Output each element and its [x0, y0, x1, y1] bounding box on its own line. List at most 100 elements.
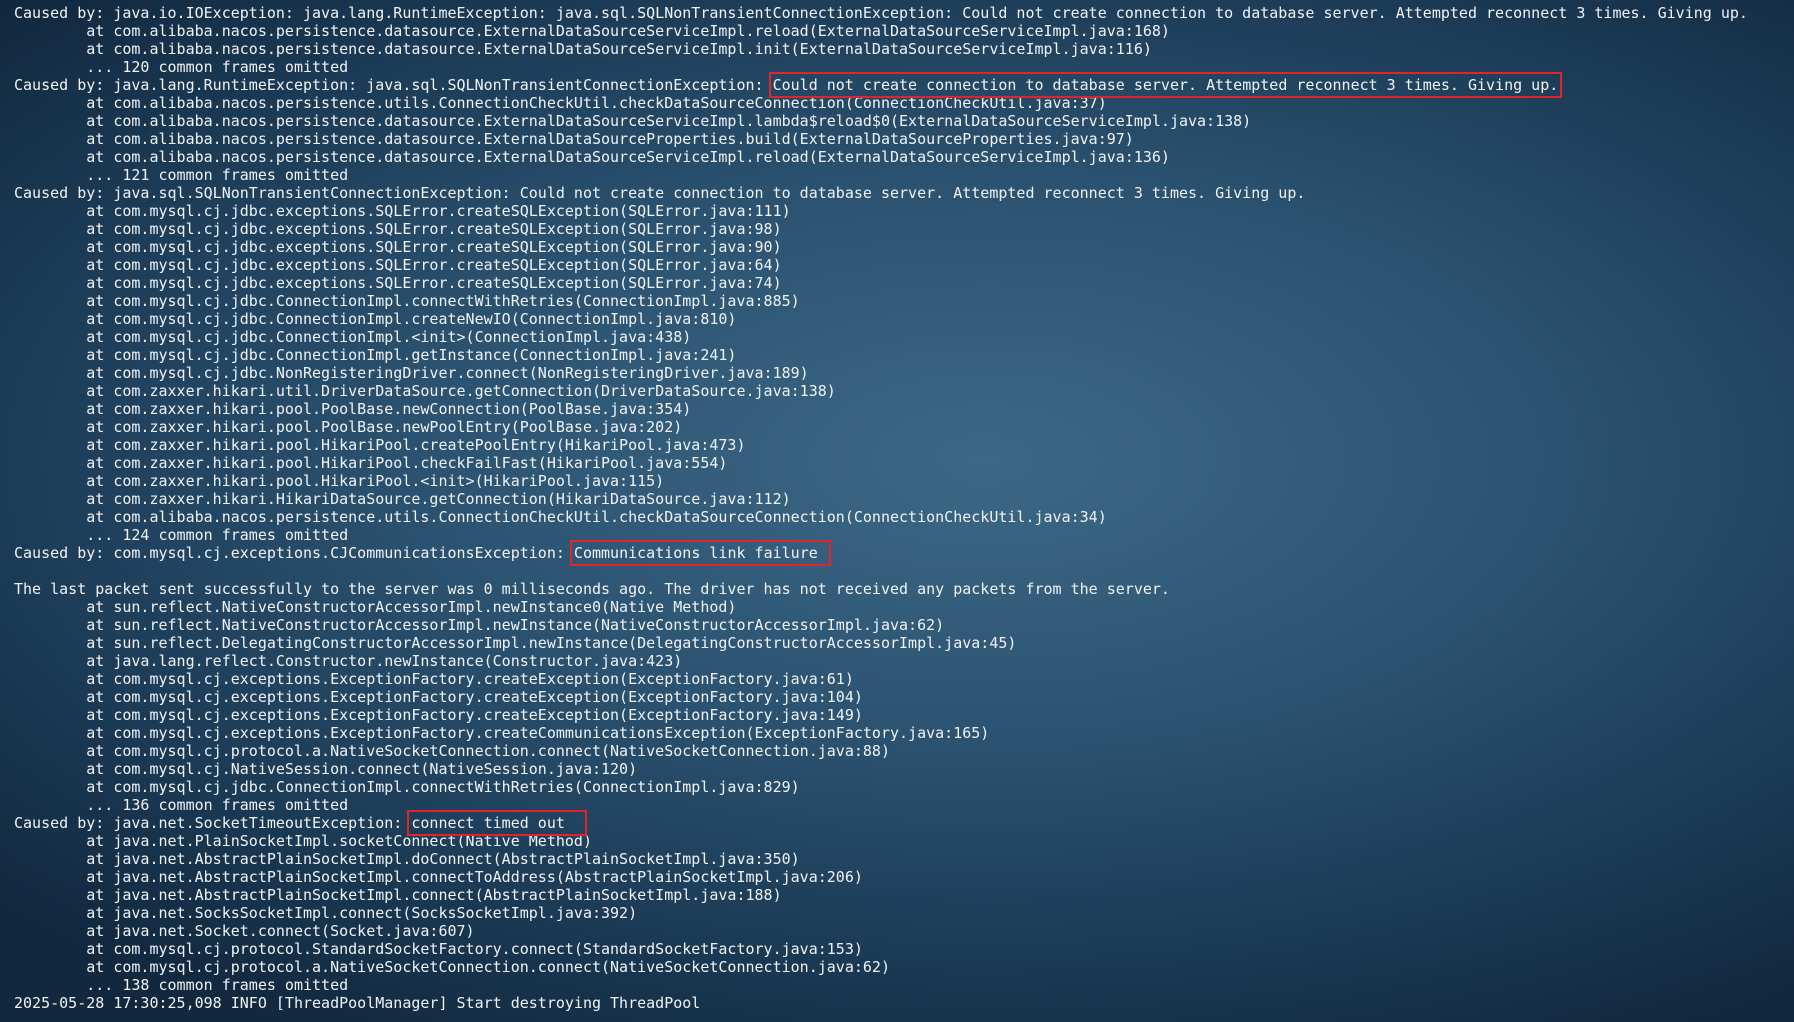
terminal-line: at com.mysql.cj.exceptions.ExceptionFact… [14, 706, 1794, 724]
log-text: ... 124 common frames omitted [14, 526, 349, 544]
log-text: at com.mysql.cj.jdbc.NonRegisteringDrive… [14, 364, 809, 382]
log-text: at com.alibaba.nacos.persistence.datasou… [14, 130, 1134, 148]
terminal-line: at java.net.AbstractPlainSocketImpl.conn… [14, 886, 1794, 904]
terminal-line: Caused by: java.lang.RuntimeException: j… [14, 72, 1794, 98]
terminal-line: at com.mysql.cj.protocol.a.NativeSocketC… [14, 742, 1794, 760]
terminal-line: at com.mysql.cj.jdbc.exceptions.SQLError… [14, 202, 1794, 220]
terminal-line: Caused by: java.io.IOException: java.lan… [14, 4, 1794, 22]
highlighted-error-message: Communications link failure [569, 540, 831, 566]
log-text: 2025-05-28 17:30:25,098 INFO [ThreadPool… [14, 994, 701, 1012]
terminal-line: Caused by: java.sql.SQLNonTransientConne… [14, 184, 1794, 202]
terminal-line: at java.net.SocksSocketImpl.connect(Sock… [14, 904, 1794, 922]
log-text: ... 121 common frames omitted [14, 166, 349, 184]
terminal-line: at com.mysql.cj.jdbc.ConnectionImpl.conn… [14, 292, 1794, 310]
log-text: at com.mysql.cj.jdbc.exceptions.SQLError… [14, 238, 782, 256]
highlighted-error-message: Could not create connection to database … [768, 72, 1563, 98]
terminal-line: Caused by: com.mysql.cj.exceptions.CJCom… [14, 540, 1794, 566]
log-text: at sun.reflect.NativeConstructorAccessor… [14, 598, 737, 616]
log-text: at com.mysql.cj.exceptions.ExceptionFact… [14, 688, 863, 706]
log-text: at com.zaxxer.hikari.pool.HikariPool.<in… [14, 472, 665, 490]
log-text: at com.zaxxer.hikari.pool.PoolBase.newCo… [14, 400, 692, 418]
log-text: at com.mysql.cj.jdbc.exceptions.SQLError… [14, 202, 791, 220]
terminal-line: ... 124 common frames omitted [14, 526, 1794, 544]
terminal-line: at com.mysql.cj.NativeSession.connect(Na… [14, 760, 1794, 778]
terminal-line: at com.mysql.cj.jdbc.ConnectionImpl.crea… [14, 310, 1794, 328]
terminal-line: at com.mysql.cj.exceptions.ExceptionFact… [14, 688, 1794, 706]
terminal-line: at com.mysql.cj.jdbc.exceptions.SQLError… [14, 238, 1794, 256]
terminal-line: at com.mysql.cj.jdbc.ConnectionImpl.<ini… [14, 328, 1794, 346]
log-text: at com.zaxxer.hikari.util.DriverDataSour… [14, 382, 836, 400]
log-text: at java.net.AbstractPlainSocketImpl.conn… [14, 868, 863, 886]
log-text: ... 138 common frames omitted [14, 976, 349, 994]
terminal-line: at com.zaxxer.hikari.pool.HikariPool.che… [14, 454, 1794, 472]
log-text: at java.net.PlainSocketImpl.socketConnec… [14, 832, 592, 850]
log-text: at com.zaxxer.hikari.pool.HikariPool.cre… [14, 436, 746, 454]
log-text: Caused by: java.io.IOException: java.lan… [14, 4, 1748, 22]
log-text: ... 136 common frames omitted [14, 796, 349, 814]
terminal-line: ... 136 common frames omitted [14, 796, 1794, 814]
log-text: at com.mysql.cj.protocol.StandardSocketF… [14, 940, 863, 958]
terminal-line: at com.mysql.cj.jdbc.ConnectionImpl.conn… [14, 778, 1794, 796]
terminal-line: ... 138 common frames omitted [14, 976, 1794, 994]
log-text: at com.mysql.cj.exceptions.ExceptionFact… [14, 670, 854, 688]
terminal-line: at com.alibaba.nacos.persistence.datasou… [14, 148, 1794, 166]
terminal-line: at com.alibaba.nacos.persistence.datasou… [14, 22, 1794, 40]
log-text: at com.mysql.cj.protocol.a.NativeSocketC… [14, 742, 890, 760]
log-text: at com.alibaba.nacos.persistence.utils.C… [14, 94, 1107, 112]
log-text: at java.net.AbstractPlainSocketImpl.doCo… [14, 850, 800, 868]
log-text: at java.net.AbstractPlainSocketImpl.conn… [14, 886, 782, 904]
log-text: at com.zaxxer.hikari.pool.PoolBase.newPo… [14, 418, 683, 436]
terminal-line: at com.mysql.cj.jdbc.exceptions.SQLError… [14, 274, 1794, 292]
terminal-line: ... 121 common frames omitted [14, 166, 1794, 184]
terminal-line: at com.zaxxer.hikari.pool.HikariPool.<in… [14, 472, 1794, 490]
log-text: at sun.reflect.DelegatingConstructorAcce… [14, 634, 1017, 652]
terminal-line: at com.alibaba.nacos.persistence.datasou… [14, 112, 1794, 130]
log-text: at com.mysql.cj.exceptions.ExceptionFact… [14, 706, 863, 724]
terminal-line: at com.zaxxer.hikari.util.DriverDataSour… [14, 382, 1794, 400]
terminal-line: at sun.reflect.NativeConstructorAccessor… [14, 598, 1794, 616]
log-text: at com.mysql.cj.jdbc.ConnectionImpl.crea… [14, 310, 737, 328]
log-text: Caused by: java.sql.SQLNonTransientConne… [14, 184, 1306, 202]
log-text: Caused by: com.mysql.cj.exceptions.CJCom… [14, 544, 574, 562]
terminal-line: Caused by: java.net.SocketTimeoutExcepti… [14, 810, 1794, 836]
terminal-line: at com.zaxxer.hikari.HikariDataSource.ge… [14, 490, 1794, 508]
terminal-line: at com.zaxxer.hikari.pool.PoolBase.newPo… [14, 418, 1794, 436]
terminal-line: at com.mysql.cj.exceptions.ExceptionFact… [14, 724, 1794, 742]
terminal-line: at com.alibaba.nacos.persistence.utils.C… [14, 508, 1794, 526]
log-text: at java.net.Socket.connect(Socket.java:6… [14, 922, 475, 940]
terminal-line: at sun.reflect.DelegatingConstructorAcce… [14, 634, 1794, 652]
log-text: at com.mysql.cj.jdbc.ConnectionImpl.conn… [14, 778, 800, 796]
log-text: at com.mysql.cj.jdbc.exceptions.SQLError… [14, 256, 782, 274]
terminal-line: at com.mysql.cj.jdbc.exceptions.SQLError… [14, 256, 1794, 274]
terminal-line: 2025-05-28 17:30:25,098 INFO [ThreadPool… [14, 994, 1794, 1012]
terminal-line: at com.alibaba.nacos.persistence.utils.C… [14, 94, 1794, 112]
highlighted-error-message: connect timed out [407, 810, 587, 836]
terminal-line: at com.alibaba.nacos.persistence.datasou… [14, 130, 1794, 148]
terminal-line: at java.net.AbstractPlainSocketImpl.doCo… [14, 850, 1794, 868]
terminal-line: at com.zaxxer.hikari.pool.HikariPool.cre… [14, 436, 1794, 454]
terminal-line: at java.net.AbstractPlainSocketImpl.conn… [14, 868, 1794, 886]
terminal-line: at com.mysql.cj.jdbc.ConnectionImpl.getI… [14, 346, 1794, 364]
log-text: at com.alibaba.nacos.persistence.utils.C… [14, 508, 1107, 526]
terminal-line: at com.mysql.cj.protocol.StandardSocketF… [14, 940, 1794, 958]
terminal-line: at java.lang.reflect.Constructor.newInst… [14, 652, 1794, 670]
log-text: Caused by: java.lang.RuntimeException: j… [14, 76, 773, 94]
log-text: The last packet sent successfully to the… [14, 580, 1170, 598]
log-text: at sun.reflect.NativeConstructorAccessor… [14, 616, 945, 634]
log-text: ... 120 common frames omitted [14, 58, 349, 76]
log-text: at com.mysql.cj.jdbc.ConnectionImpl.getI… [14, 346, 737, 364]
terminal-line: at java.net.Socket.connect(Socket.java:6… [14, 922, 1794, 940]
log-text: at java.net.SocksSocketImpl.connect(Sock… [14, 904, 638, 922]
log-text: at com.mysql.cj.jdbc.exceptions.SQLError… [14, 220, 782, 238]
terminal-line: at com.alibaba.nacos.persistence.datasou… [14, 40, 1794, 58]
log-text: at com.zaxxer.hikari.HikariDataSource.ge… [14, 490, 791, 508]
log-text: at com.mysql.cj.exceptions.ExceptionFact… [14, 724, 990, 742]
log-text: at com.alibaba.nacos.persistence.datasou… [14, 148, 1170, 166]
log-text: at com.mysql.cj.jdbc.ConnectionImpl.<ini… [14, 328, 692, 346]
log-text: at java.lang.reflect.Constructor.newInst… [14, 652, 683, 670]
terminal-output[interactable]: Caused by: java.io.IOException: java.lan… [0, 0, 1794, 1022]
terminal-line: at com.mysql.cj.protocol.a.NativeSocketC… [14, 958, 1794, 976]
log-text: at com.alibaba.nacos.persistence.datasou… [14, 40, 1152, 58]
log-text: at com.mysql.cj.jdbc.ConnectionImpl.conn… [14, 292, 800, 310]
